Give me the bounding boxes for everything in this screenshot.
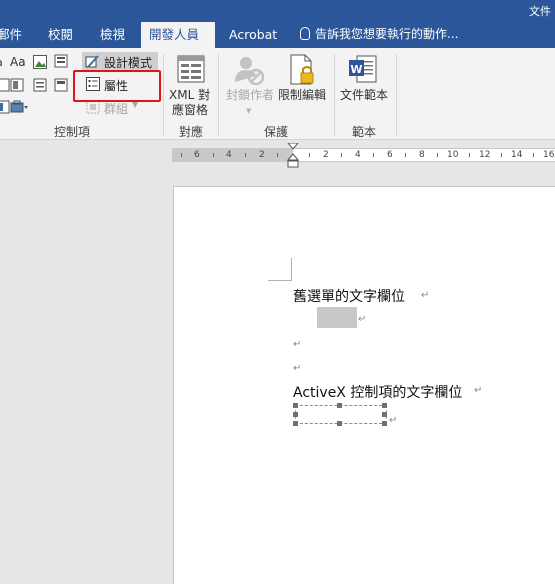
checkbox-control-icon[interactable] — [0, 78, 10, 92]
legacy-tools-icon[interactable] — [10, 100, 28, 114]
design-mode-button[interactable]: 設計模式 — [82, 52, 158, 72]
combo-box-control-icon[interactable] — [10, 78, 24, 92]
xml-pane-label-line1: XML 對 — [169, 88, 211, 102]
ruler-number: 14 — [511, 150, 523, 160]
xml-pane-label-line2: 應窗格 — [172, 103, 209, 117]
resize-handle[interactable] — [337, 421, 342, 426]
ruler-number: 4 — [355, 150, 361, 160]
group-label: 群組 — [104, 102, 129, 116]
crop-mark — [291, 258, 292, 280]
ribbon-tabs: 郵件 校閱 檢視 開發人員 Acrobat 告訴我您想要執行的動作... — [0, 22, 555, 48]
paragraph-mark-icon: ↵ — [421, 290, 430, 301]
ruler-tick — [501, 153, 502, 157]
repeating-section-control-icon[interactable] — [0, 100, 10, 114]
xml-mapping-pane-button[interactable]: XML 對 應窗格 — [168, 52, 214, 120]
restrict-editing-button[interactable]: 限制編輯 — [276, 52, 328, 120]
svg-text:W: W — [350, 63, 362, 76]
ruler-tick — [405, 153, 406, 157]
ruler-number: 6 — [194, 150, 200, 160]
group-separator — [163, 54, 164, 136]
document-title: 文件 — [529, 5, 551, 18]
ruler-tick — [373, 153, 374, 157]
ruler-tick — [181, 153, 182, 157]
resize-handle[interactable] — [382, 412, 387, 417]
xml-pane-icon — [177, 55, 205, 83]
ruler-tick — [469, 153, 470, 157]
tab-view[interactable]: 檢視 — [92, 22, 133, 48]
plain-text-control-icon[interactable]: Aa — [10, 55, 30, 69]
document-template-icon: W — [349, 55, 377, 83]
ruler-number: 4 — [226, 150, 232, 160]
paragraph-mark-icon: ↵ — [293, 339, 302, 350]
group-separator — [396, 54, 397, 136]
paragraph-mark-icon: ↵ — [389, 415, 398, 426]
resize-handle[interactable] — [293, 421, 298, 426]
tab-mailings[interactable]: 郵件 — [0, 22, 30, 48]
title-bar: 文件 — [0, 0, 555, 22]
ruler-number: 12 — [479, 150, 491, 160]
building-block-control-icon[interactable] — [54, 54, 68, 68]
mapping-group-label: 對應 — [179, 125, 204, 139]
activex-heading: ActiveX 控制項的文字欄位 — [293, 385, 463, 401]
group-separator — [218, 54, 219, 136]
crop-mark — [268, 280, 292, 281]
protect-group-label: 保護 — [264, 125, 289, 139]
document-template-button[interactable]: W 文件範本 — [338, 52, 392, 120]
templates-group-label: 範本 — [352, 125, 377, 139]
legacy-text-form-field[interactable] — [317, 307, 357, 328]
properties-highlight-box — [73, 70, 161, 102]
ruler-number: 10 — [447, 150, 459, 160]
ruler-tick — [341, 153, 342, 157]
paragraph-mark-icon: ↵ — [358, 314, 367, 325]
block-authors-button[interactable]: 封鎖作者 ▼ — [223, 52, 275, 120]
dropdown-list-control-icon[interactable] — [33, 78, 47, 92]
design-mode-label: 設計模式 — [104, 56, 153, 70]
paragraph-mark-icon: ↵ — [474, 385, 483, 396]
ruler-left-margin — [173, 149, 293, 161]
ruler-tick — [277, 153, 278, 157]
ruler-tick — [533, 153, 534, 157]
legacy-form-heading: 舊選單的文字欄位 — [293, 289, 405, 305]
resize-handle[interactable] — [382, 421, 387, 426]
ruler-tick — [437, 153, 438, 157]
block-authors-icon — [235, 57, 265, 86]
design-mode-icon — [85, 55, 99, 68]
ruler-number: 2 — [323, 150, 329, 160]
lightbulb-icon — [300, 27, 310, 40]
document-template-label: 文件範本 — [340, 88, 389, 102]
ruler-tick — [309, 153, 310, 157]
tab-developer[interactable]: 開發人員 — [141, 22, 215, 48]
resize-handle[interactable] — [337, 403, 342, 408]
ruler-number: 16 — [543, 150, 555, 160]
group-icon — [86, 100, 100, 114]
resize-handle[interactable] — [382, 403, 387, 408]
date-picker-control-icon[interactable] — [54, 78, 68, 92]
group-separator — [334, 54, 335, 136]
ruler-number: 2 — [259, 150, 265, 160]
horizontal-ruler[interactable]: 6 4 2 2 4 6 8 10 12 14 16 — [172, 143, 555, 168]
tell-me-box[interactable]: 告訴我您想要執行的動作... — [300, 22, 458, 48]
controls-group-label: 控制項 — [54, 125, 91, 139]
ruler-tick — [213, 153, 214, 157]
resize-handle[interactable] — [293, 412, 298, 417]
indent-markers-icon[interactable] — [287, 143, 299, 169]
block-authors-label: 封鎖作者 — [226, 88, 275, 102]
rich-text-control-icon[interactable]: a — [0, 56, 10, 70]
restrict-editing-label: 限制編輯 — [278, 88, 327, 102]
picture-control-icon[interactable] — [33, 55, 47, 69]
resize-handle[interactable] — [293, 403, 298, 408]
ruler-number: 6 — [387, 150, 393, 160]
tab-review[interactable]: 校閱 — [40, 22, 81, 48]
paragraph-mark-icon: ↵ — [293, 363, 302, 374]
activex-textbox[interactable] — [293, 403, 387, 426]
block-authors-dropdown-icon: ▼ — [246, 107, 252, 115]
ruler-number: 8 — [419, 150, 425, 160]
ruler-tick — [245, 153, 246, 157]
tell-me-text: 告訴我您想要執行的動作... — [315, 27, 459, 41]
tab-acrobat[interactable]: Acrobat — [221, 22, 285, 48]
ruler-area: 6 4 2 2 4 6 8 10 12 14 16 — [0, 141, 555, 169]
restrict-editing-icon — [290, 54, 314, 85]
